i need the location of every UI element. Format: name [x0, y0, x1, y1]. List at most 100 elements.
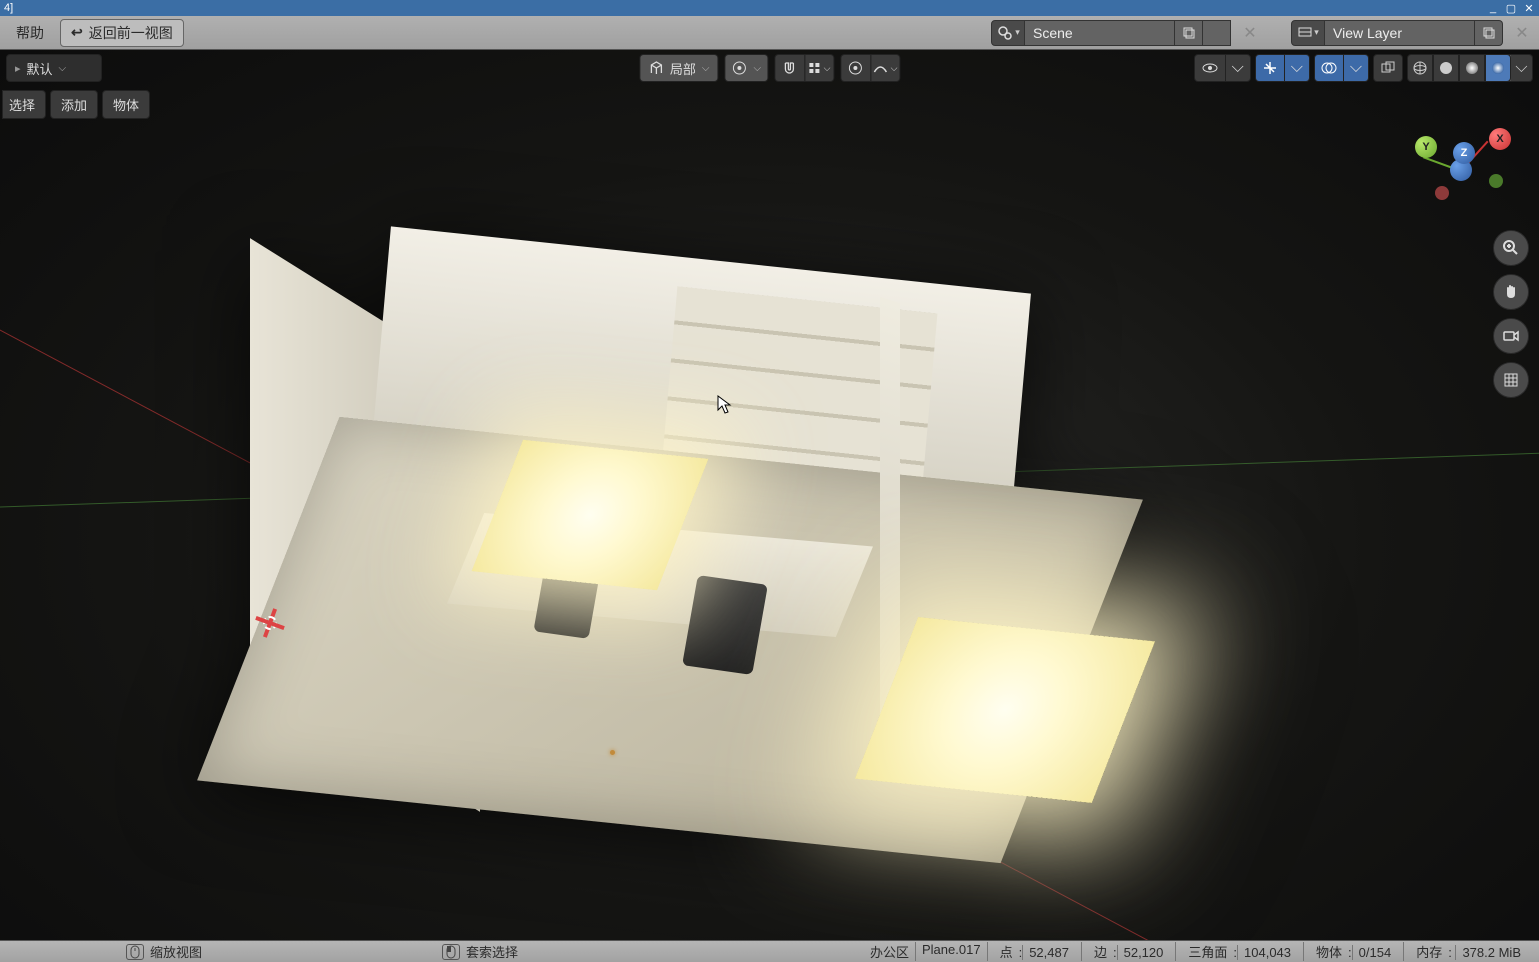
gizmo-y-axis[interactable]: Y	[1415, 136, 1437, 158]
shading-options-dropdown[interactable]: ⌵	[1511, 54, 1533, 82]
viewlayer-name-field[interactable]: View Layer	[1325, 20, 1475, 46]
status-object: Plane.017	[915, 942, 987, 961]
gizmo-icon	[1262, 60, 1278, 76]
shading-mode-buttons	[1407, 54, 1511, 82]
snap-settings-dropdown[interactable]: ⌵	[804, 54, 834, 82]
perspective-toggle-button[interactable]	[1493, 362, 1529, 398]
world-axis-x-line	[0, 170, 1466, 940]
view-visibility-dropdown[interactable]: ⌵	[1194, 54, 1251, 82]
status-zoom-label: 缩放视图	[150, 942, 202, 961]
mouse-scroll-icon	[126, 944, 144, 960]
window-close-button[interactable]: ✕	[1521, 1, 1537, 15]
gizmo-z-axis[interactable]: Z	[1453, 142, 1475, 164]
add-menu[interactable]: 添加	[50, 90, 98, 119]
shading-solid-button[interactable]	[1433, 54, 1459, 82]
zoom-icon	[1502, 239, 1520, 257]
chevron-down-icon: ⌵	[702, 63, 710, 74]
gizmo-neg-x[interactable]	[1435, 186, 1449, 200]
window-minimize-button[interactable]: _	[1485, 1, 1501, 15]
chevron-down-icon: ⌵	[824, 63, 831, 74]
camera-view-button[interactable]	[1493, 318, 1529, 354]
copy-icon	[1182, 26, 1196, 40]
snap-toggle-button[interactable]	[774, 54, 804, 82]
chevron-down-icon: ⌵	[1291, 59, 1303, 77]
chevron-down-icon: ⌵	[754, 63, 762, 74]
status-objects: 物体:0/154	[1303, 942, 1403, 961]
solid-icon	[1438, 60, 1454, 76]
grid-icon	[808, 61, 822, 75]
scene-selector: ▾ Scene	[991, 20, 1231, 46]
gizmo-neg-y[interactable]	[1489, 174, 1503, 188]
chevron-down-icon: ⌵	[1232, 59, 1244, 77]
zoom-button[interactable]	[1493, 230, 1529, 266]
layers-icon	[1297, 25, 1313, 41]
object-menu[interactable]: 物体	[102, 90, 150, 119]
back-arrow-icon: ↩	[71, 24, 83, 41]
mouse-cursor-icon	[717, 395, 733, 415]
orientation-icon	[648, 60, 664, 76]
top-menubar: 帮助 ↩ 返回前一视图 ▾ Scene ✕ ▾ View Layer ✕	[0, 16, 1539, 50]
viewport-overlay-controls: ⌵ ⌵ ⌵ ⌵	[1194, 50, 1533, 82]
status-collection: 办公区	[864, 942, 915, 961]
titlebar-text: 4]	[2, 2, 13, 14]
status-hint-zoom: 缩放视图	[126, 942, 202, 961]
delete-scene-button[interactable]: ✕	[1239, 20, 1261, 46]
status-memory: 内存: 378.2 MiB	[1403, 942, 1533, 961]
material-icon	[1464, 60, 1480, 76]
chevron-down-icon: ⌵	[1515, 59, 1527, 77]
chevron-down-icon: ⌵	[891, 63, 898, 74]
new-scene-button[interactable]	[1175, 20, 1203, 46]
chevron-down-icon: ▾	[1314, 27, 1319, 38]
gizmo-toggle[interactable]: ⌵	[1255, 54, 1310, 82]
select-menu[interactable]: 选择	[2, 90, 46, 119]
wireframe-icon	[1412, 60, 1428, 76]
help-menu[interactable]: 帮助	[6, 19, 54, 47]
3d-viewport[interactable]	[0, 50, 1539, 940]
chevron-down-icon: ▾	[1015, 27, 1020, 38]
shading-wireframe-button[interactable]	[1407, 54, 1433, 82]
orientation-label: 局部	[670, 59, 696, 78]
transform-orientation-dropdown[interactable]: 局部 ⌵	[639, 54, 719, 82]
viewlayer-browse-button[interactable]: ▾	[1291, 20, 1325, 46]
pan-button[interactable]	[1493, 274, 1529, 310]
interaction-mode-label: 默认	[27, 59, 53, 78]
camera-icon	[1502, 327, 1520, 345]
overlay-toggle[interactable]: ⌵	[1314, 54, 1369, 82]
window-titlebar: 4] _ ▢ ✕	[0, 0, 1539, 16]
xray-icon	[1380, 60, 1396, 76]
status-hint-lasso: 套索选择	[442, 942, 518, 961]
proportional-edit-toggle[interactable]	[840, 54, 870, 82]
hand-icon	[1502, 283, 1520, 301]
shading-material-button[interactable]	[1459, 54, 1485, 82]
status-tris: 三角面:104,043	[1175, 942, 1303, 961]
xray-toggle[interactable]	[1373, 54, 1403, 82]
magnet-icon	[782, 60, 798, 76]
proportional-falloff-dropdown[interactable]: ⌵	[870, 54, 900, 82]
overlay-icon	[1321, 60, 1337, 76]
gizmo-x-axis[interactable]: X	[1489, 128, 1511, 150]
viewlayer-selector: ▾ View Layer	[1291, 20, 1503, 46]
delete-viewlayer-button[interactable]: ✕	[1511, 20, 1533, 46]
pivot-point-dropdown[interactable]: ⌵	[725, 54, 769, 82]
mode-tabs: 选择 添加 物体	[0, 86, 152, 123]
new-viewlayer-button[interactable]	[1475, 20, 1503, 46]
scene-name-field[interactable]: Scene	[1025, 20, 1175, 46]
pin-scene-button[interactable]	[1203, 20, 1231, 46]
back-button-label: 返回前一视图	[89, 23, 173, 43]
pivot-icon	[732, 60, 748, 76]
snap-group: ⌵	[774, 54, 834, 82]
viewport-center-dot	[610, 750, 615, 755]
window-maximize-button[interactable]: ▢	[1503, 1, 1519, 15]
navigation-gizmo[interactable]: X Y Z	[1411, 120, 1511, 220]
shading-rendered-button[interactable]	[1485, 54, 1511, 82]
interaction-mode-dropdown[interactable]: ▸ 默认 ⌵	[6, 54, 102, 82]
status-stats: 办公区 Plane.017 点:52,487 边:52,120 三角面:104,…	[864, 942, 1533, 961]
proportional-edit-group: ⌵	[840, 54, 900, 82]
dropdown-icon: ▸	[15, 62, 21, 75]
status-verts: 点:52,487	[987, 942, 1081, 961]
scene-browse-button[interactable]: ▾	[991, 20, 1025, 46]
chevron-down-icon: ⌵	[1350, 59, 1362, 77]
3d-cursor	[255, 608, 285, 638]
back-previous-view-button[interactable]: ↩ 返回前一视图	[60, 19, 184, 47]
falloff-icon	[873, 60, 889, 76]
